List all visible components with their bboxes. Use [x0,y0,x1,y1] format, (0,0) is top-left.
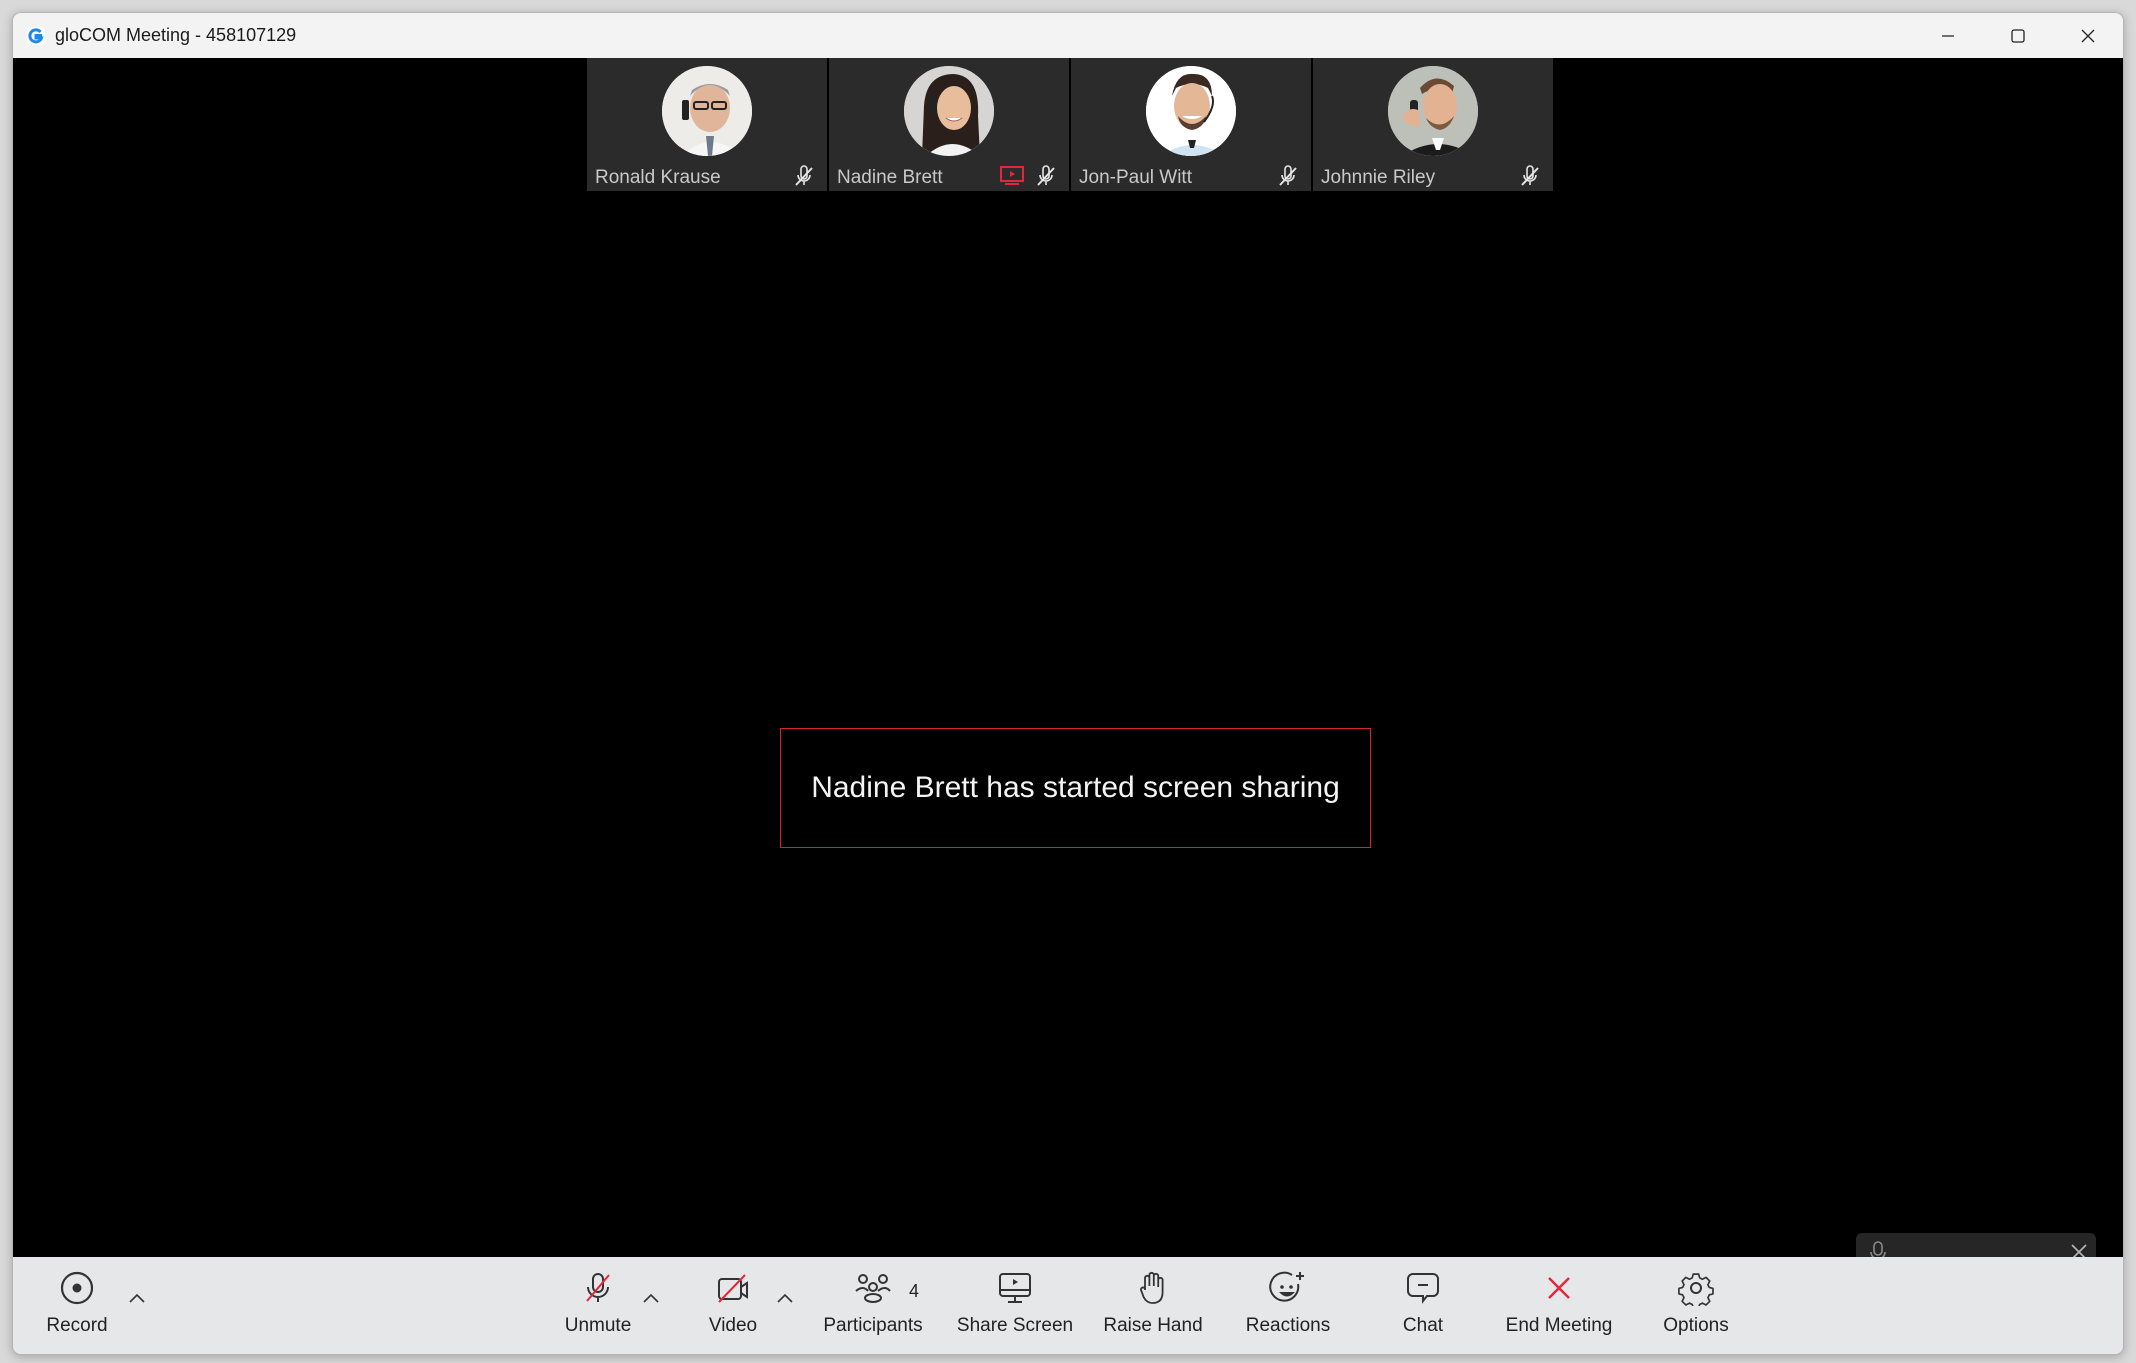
mic-muted-icon [1037,165,1055,186]
record-icon [60,1271,94,1305]
avatar-image [1388,66,1478,156]
mic-muted-icon [1521,165,1539,186]
window-title: gloCOM Meeting - 458107129 [55,25,297,45]
avatar [904,66,994,156]
participant-tile[interactable]: Johnnie Riley [1313,58,1553,191]
mic-muted-icon [1279,165,1297,186]
maximize-button[interactable] [1983,13,2053,58]
avatar [1388,66,1478,156]
participant-tile[interactable]: Jon-Paul Witt [1071,58,1311,191]
glocom-logo-icon [27,26,45,45]
video-off-icon [718,1274,748,1303]
screen-share-notification: Nadine Brett has started screen sharing [780,728,1371,848]
share-screen-button[interactable]: Share Screen [953,1257,1077,1354]
close-button[interactable] [2053,13,2123,58]
chat-label: Chat [1402,1315,1444,1336]
options-button[interactable]: Options [1651,1257,1741,1354]
end-meeting-label: End Meeting [1505,1315,1613,1336]
participant-strip: Ronald Krause Nadine Brett Jon-Paul Witt… [587,58,1553,191]
minimize-icon [1942,34,1954,37]
avatar [662,66,752,156]
participants-icon [855,1274,891,1303]
participant-name: Nadine Brett [837,167,943,188]
end-meeting-x-icon [1548,1277,1570,1299]
reactions-button[interactable]: Reactions [1233,1257,1343,1354]
notification-text: Nadine Brett has started screen sharing [811,771,1340,804]
reactions-label: Reactions [1245,1315,1331,1336]
participants-label: Participants [823,1315,923,1336]
maximize-icon [2011,28,2025,43]
audio-options-chevron-up-icon[interactable] [641,1291,661,1305]
avatar-image [662,66,752,156]
end-meeting-button[interactable]: End Meeting [1497,1257,1621,1354]
participant-name: Ronald Krause [595,167,721,188]
close-icon [2081,29,2095,42]
share-screen-label: Share Screen [956,1315,1074,1336]
mic-muted-icon [795,165,813,186]
participant-name: Johnnie Riley [1321,167,1436,188]
reactions-emoji-icon [1269,1271,1304,1302]
minimize-button[interactable] [1913,13,1983,58]
avatar-image [1146,66,1236,156]
avatar-image [904,66,994,156]
meeting-stage: Ronald Krause Nadine Brett Jon-Paul Witt… [13,58,2123,1270]
video-options-chevron-up-icon[interactable] [775,1291,795,1305]
participant-name: Jon-Paul Witt [1079,167,1192,188]
raise-hand-label: Raise Hand [1103,1315,1203,1336]
unmute-label: Unmute [564,1315,632,1336]
participants-count-badge: 4 [909,1281,920,1301]
options-label: Options [1663,1315,1729,1336]
avatar [1146,66,1236,156]
participant-tile[interactable]: Ronald Krause [587,58,827,191]
raise-hand-icon [1140,1271,1164,1304]
participant-tile[interactable]: Nadine Brett [829,58,1069,191]
chat-button[interactable]: Chat [1383,1257,1463,1354]
meeting-window: gloCOM Meeting - 458107129 Ronald Krause… [12,12,2124,1355]
unmute-button[interactable]: Unmute [548,1257,648,1354]
video-label: Video [708,1315,758,1336]
screen-sharing-icon [1000,166,1024,185]
chat-bubble-icon [1407,1273,1439,1304]
record-button[interactable]: Record [37,1257,117,1354]
gear-icon [1678,1273,1714,1306]
record-options-chevron-up-icon[interactable] [127,1291,147,1305]
title-bar: gloCOM Meeting - 458107129 [13,13,2123,58]
meeting-toolbar: Record Unmute Video Participants 4 Share… [13,1257,2123,1354]
raise-hand-button[interactable]: Raise Hand [1093,1257,1213,1354]
share-screen-icon [999,1273,1031,1303]
video-button[interactable]: Video [683,1257,783,1354]
participants-button[interactable]: Participants [813,1257,933,1354]
mic-muted-icon [586,1273,610,1302]
record-label: Record [46,1315,108,1336]
